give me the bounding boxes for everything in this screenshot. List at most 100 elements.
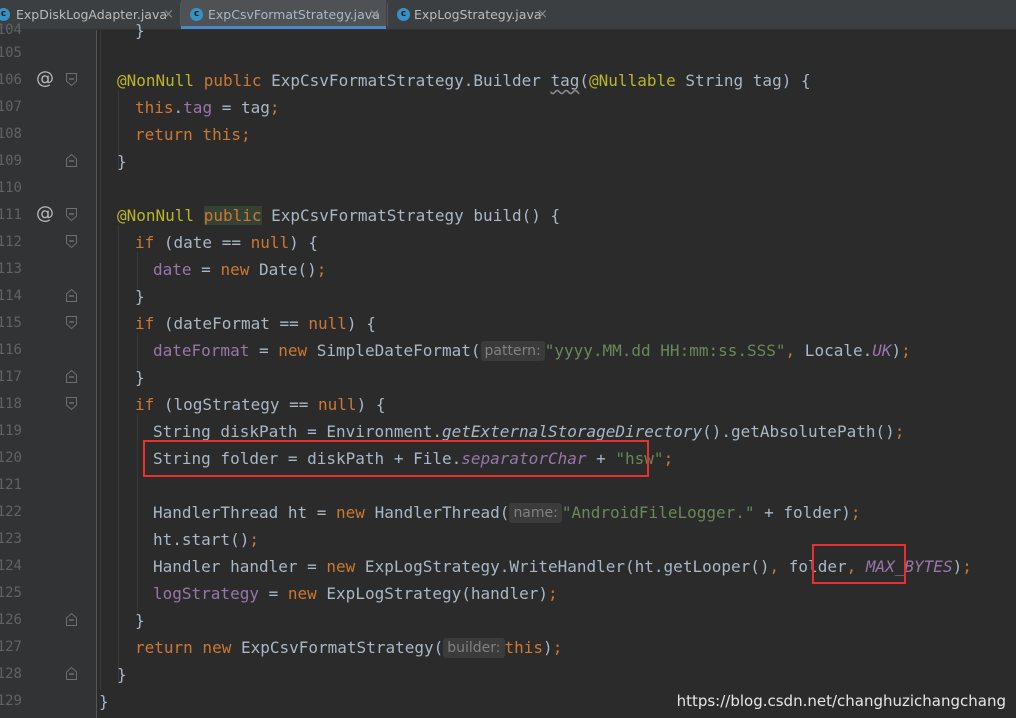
code-text: Locale.: [795, 341, 873, 360]
line-number: 110: [0, 180, 22, 196]
code-line: @NonNull public ExpCsvFormatStrategy bui…: [117, 202, 560, 229]
fold-collapse-icon[interactable]: [66, 73, 77, 86]
line-number: 109: [0, 153, 22, 169]
semicolon: ;: [962, 557, 972, 576]
code-line: date = new Date();: [153, 256, 326, 283]
code-text: String tag) {: [675, 71, 811, 90]
semicolon: ;: [249, 530, 259, 549]
keyword: null: [250, 233, 290, 252]
code-line: if (date == null) {: [135, 229, 318, 256]
brace: }: [117, 665, 127, 684]
code-line: dateFormat = new SimpleDateFormat(patter…: [153, 337, 911, 364]
watermark: https://blog.csdn.net/changhuzichangchan…: [676, 692, 1006, 710]
code-text: (date ==: [154, 233, 251, 252]
line-number: 125: [0, 585, 22, 601]
override-marker-icon[interactable]: @: [36, 70, 54, 88]
code-text: .: [173, 98, 184, 117]
string-literal: "AndroidFileLogger.": [561, 503, 755, 522]
code-line: return this;: [135, 121, 251, 148]
tab-explogstrategy[interactable]: c ExpLogStrategy.java ×: [388, 0, 558, 29]
keyword: this: [135, 98, 174, 117]
code-line: this.tag = tag;: [135, 94, 280, 121]
keyword: if: [135, 314, 155, 333]
code-text: ExpCsvFormatStrategy(: [231, 638, 444, 657]
fold-end-icon[interactable]: [66, 154, 77, 167]
line-number: 128: [0, 666, 22, 682]
line-number: 116: [0, 342, 22, 358]
editor-tab-bar: c ExpDiskLogAdapter.java × c ExpCsvForma…: [0, 0, 1016, 30]
line-number: 113: [0, 261, 22, 277]
fold-collapse-icon[interactable]: [66, 235, 77, 248]
tab-expcsvformatstrategy[interactable]: c ExpCsvFormatStrategy.java ×: [181, 0, 386, 29]
parameter-hint: pattern:: [480, 341, 545, 361]
code-text: ().getAbsolutePath(): [702, 422, 895, 441]
highlight-box-folder-line: [143, 440, 649, 477]
close-icon[interactable]: ×: [163, 0, 174, 29]
close-icon[interactable]: ×: [537, 0, 548, 29]
line-number: 112: [0, 234, 22, 250]
code-text: ) {: [356, 395, 386, 414]
code-text: ): [952, 557, 963, 576]
fold-end-icon[interactable]: [66, 289, 77, 302]
code-text: ) {: [346, 314, 376, 333]
semicolon: ;: [850, 503, 861, 522]
code-line: return new ExpCsvFormatStrategy(builder:…: [135, 634, 562, 661]
tab-label: ExpLogStrategy.java: [414, 7, 542, 22]
keyword: new: [326, 557, 356, 576]
method-name: tag: [550, 71, 580, 90]
brace: }: [135, 611, 145, 630]
annotation: @Nullable: [589, 71, 676, 90]
code-text: HandlerThread ht =: [153, 503, 337, 522]
code-line: if (dateFormat == null) {: [135, 310, 376, 337]
keyword: new: [287, 584, 317, 603]
code-line: logStrategy = new ExpLogStrategy(handler…: [153, 580, 558, 607]
line-number: 118: [0, 396, 22, 412]
tab-expdisklogadapter[interactable]: c ExpDiskLogAdapter.java ×: [0, 0, 179, 29]
code-line: HandlerThread ht = new HandlerThread(nam…: [153, 499, 860, 526]
code-text: ExpCsvFormatStrategy build() {: [261, 206, 561, 225]
field-name: logStrategy: [153, 584, 259, 603]
fold-end-icon[interactable]: [66, 667, 77, 680]
line-number: 124: [0, 558, 22, 574]
line-number: 121: [0, 477, 22, 493]
tab-label: ExpCsvFormatStrategy.java: [208, 7, 380, 22]
line-number: 107: [0, 99, 22, 115]
keyword: return new: [135, 638, 232, 657]
fold-collapse-icon[interactable]: [66, 208, 77, 221]
static-method-call: getExternalStorageDirectory: [441, 422, 703, 441]
indent-guide: [137, 414, 138, 614]
keyword: if: [135, 233, 155, 252]
fold-collapse-icon[interactable]: [66, 397, 77, 410]
code-text: SimpleDateFormat(: [307, 341, 481, 360]
code-editor[interactable]: } @NonNull public ExpCsvFormatStrategy.B…: [97, 21, 1016, 718]
line-number: 115: [0, 315, 22, 331]
semicolon: ;: [240, 125, 251, 144]
line-number: 114: [0, 288, 22, 304]
code-text: (dateFormat ==: [154, 314, 309, 333]
keyword: public: [203, 71, 262, 90]
code-text: ExpLogStrategy.WriteHandler(ht.getLooper…: [355, 557, 770, 576]
editor-gutter: 104 105 106 107 108 109 110 111 112 113 …: [0, 22, 96, 718]
code-text: ): [891, 341, 902, 360]
class-c-icon: c: [190, 8, 203, 21]
semicolon: ;: [552, 638, 563, 657]
fold-collapse-icon[interactable]: [66, 316, 77, 329]
close-icon[interactable]: ×: [369, 0, 380, 29]
line-number: 108: [0, 126, 22, 142]
brace: }: [135, 21, 145, 40]
override-marker-icon[interactable]: @: [36, 205, 54, 223]
fold-end-icon[interactable]: [66, 613, 77, 626]
code-line: }: [99, 688, 109, 715]
code-text: =: [191, 260, 221, 279]
fold-end-icon[interactable]: [66, 370, 77, 383]
keyword: if: [135, 395, 155, 414]
line-number: 129: [0, 693, 22, 709]
brace: }: [135, 287, 145, 306]
code-text: = tag: [212, 98, 270, 117]
code-text: ExpCsvFormatStrategy.Builder: [261, 71, 551, 90]
semicolon: ;: [901, 341, 911, 360]
brace: }: [135, 368, 145, 387]
code-line: }: [117, 148, 127, 175]
code-text: ): [543, 638, 553, 657]
line-number: 123: [0, 531, 22, 547]
